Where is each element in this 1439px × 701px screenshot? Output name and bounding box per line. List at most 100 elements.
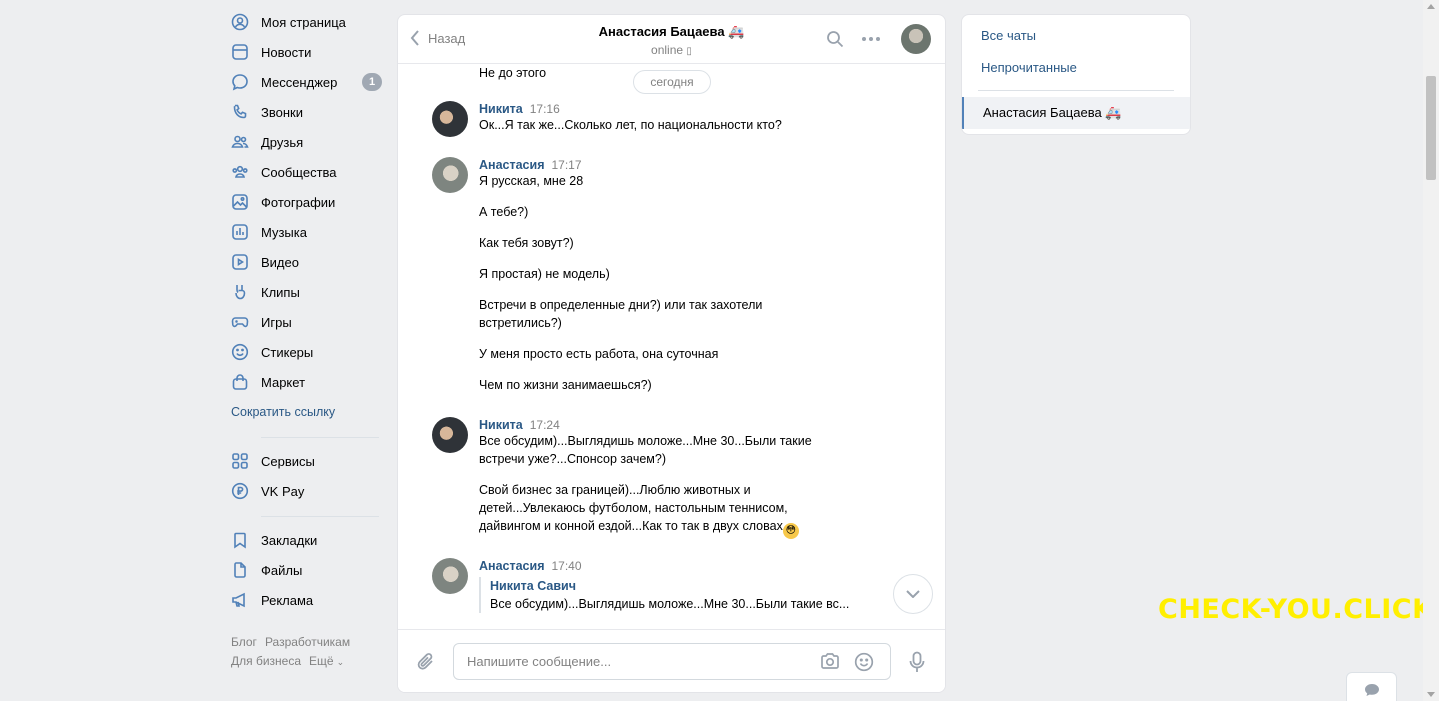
camera-icon[interactable]: [820, 652, 840, 670]
footer-link-more[interactable]: Ещё ⌄: [309, 654, 352, 668]
footer-link-business[interactable]: Для бизнеса: [231, 654, 301, 668]
emoji-icon[interactable]: [854, 652, 874, 672]
nav-label: Фотографии: [261, 194, 336, 210]
reply-quote[interactable]: Никита Савич Все обсудим)...Выглядишь мо…: [479, 577, 892, 613]
market-icon: [231, 373, 249, 391]
shorten-link[interactable]: Сократить ссылку: [231, 397, 391, 427]
nav-label: Друзья: [261, 134, 304, 150]
footer-more-label: Ещё: [309, 654, 334, 668]
search-icon[interactable]: [826, 30, 844, 48]
message-text: детей...Увлекаюсь футболом, настольным т…: [479, 501, 788, 515]
user-circle-icon: [231, 13, 249, 31]
reply-author: Никита Савич: [490, 579, 576, 593]
chevron-down-icon: [906, 590, 920, 598]
left-navigation: Моя страница Новости Мессенджер 1 Звонки…: [231, 0, 391, 672]
paperclip-icon[interactable]: [416, 651, 436, 673]
watermark: CHECK-YOU.CLICK: [1158, 594, 1434, 625]
nav-label: Звонки: [261, 104, 303, 120]
nav-label: Стикеры: [261, 344, 314, 360]
nav-label: Маркет: [261, 374, 306, 390]
nav-item-photos[interactable]: Фотографии: [231, 187, 391, 217]
message-author[interactable]: Анастасия: [479, 559, 545, 573]
message-text: Ок...Я так же...Сколько лет, по национал…: [479, 118, 782, 132]
scroll-up-arrow-icon[interactable]: [1427, 4, 1435, 9]
nav-item-bookmarks[interactable]: Закладки: [231, 525, 391, 555]
avatar[interactable]: [432, 157, 468, 193]
nav-item-friends[interactable]: Друзья: [231, 127, 391, 157]
chevron-down-icon: ⌄: [336, 657, 345, 667]
nav-item-files[interactable]: Файлы: [231, 555, 391, 585]
scroll-down-button[interactable]: [893, 574, 933, 614]
more-icon[interactable]: [861, 36, 881, 42]
nav-item-games[interactable]: Игры: [231, 307, 391, 337]
nav-item-vkpay[interactable]: VK Pay: [231, 476, 391, 506]
unread-badge: 1: [362, 73, 382, 91]
footer-links: Блог Разработчикам Для бизнеса Ещё ⌄: [231, 633, 391, 672]
filter-all-chats[interactable]: Все чаты: [962, 20, 1190, 52]
message-list[interactable]: Не до этого сегодня Никита 17:16 Ок...Я т…: [398, 64, 945, 629]
message-text: Я русская, мне 28: [479, 174, 584, 188]
message-text: Чем по жизни занимаешься?): [479, 378, 652, 392]
message-author[interactable]: Никита: [479, 102, 523, 116]
nav-item-stickers[interactable]: Стикеры: [231, 337, 391, 367]
scrollbar-thumb[interactable]: [1426, 76, 1436, 180]
footer-link-blog[interactable]: Блог: [231, 635, 257, 649]
date-pill: сегодня: [633, 70, 711, 94]
avatar[interactable]: [432, 101, 468, 137]
message-icon: [231, 73, 249, 91]
message-text: встречи уже?...Спонсор зачем?): [479, 452, 667, 466]
nav-item-video[interactable]: Видео: [231, 247, 391, 277]
nav-item-services[interactable]: Сервисы: [231, 446, 391, 476]
message-input[interactable]: [454, 644, 794, 679]
message-group: Анастасия 17:40 Никита Савич Все обсудим)…: [432, 558, 892, 613]
message-text: встретились?): [479, 316, 562, 330]
microphone-icon[interactable]: [909, 651, 925, 673]
video-icon: [231, 253, 249, 271]
chat-filter-panel: Все чаты Непрочитанные Анастасия Бацаева…: [961, 14, 1191, 135]
page-scrollbar[interactable]: [1423, 0, 1439, 701]
avatar[interactable]: [432, 558, 468, 594]
nav-label: Файлы: [261, 562, 303, 578]
music-icon: [231, 223, 249, 241]
online-status: online: [651, 43, 684, 57]
nav-item-music[interactable]: Музыка: [231, 217, 391, 247]
nav-item-ads[interactable]: Реклама: [231, 585, 391, 615]
services-icon: [231, 452, 249, 470]
message-time: 17:40: [551, 559, 582, 573]
message-author[interactable]: Никита: [479, 418, 523, 432]
nav-item-communities[interactable]: Сообщества: [231, 157, 391, 187]
nav-label: Закладки: [261, 532, 318, 548]
nav-label: Моя страница: [261, 14, 346, 30]
nav-item-clips[interactable]: Клипы: [231, 277, 391, 307]
message-group: Никита 17:24 Все обсудим)...Выглядишь мол…: [432, 417, 892, 539]
bookmark-icon: [231, 531, 249, 549]
message-text: Все обсудим)...Выглядишь моложе...Мне 30…: [479, 434, 812, 448]
nav-item-my-page[interactable]: Моя страница: [231, 7, 391, 37]
chat-avatar[interactable]: [901, 24, 931, 54]
nav-item-messenger[interactable]: Мессенджер 1: [231, 67, 391, 97]
footer-link-dev[interactable]: Разработчикам: [265, 635, 350, 649]
scroll-down-arrow-icon[interactable]: [1427, 692, 1435, 697]
message-text-part: дайвингом и конной ездой...Как то так в …: [479, 519, 783, 533]
message-group: Никита 17:16 Ок...Я так же...Сколько лет,…: [432, 101, 892, 137]
nav-item-calls[interactable]: Звонки: [231, 97, 391, 127]
message-time: 17:16: [529, 102, 560, 116]
nav-label: Игры: [261, 314, 292, 330]
message-text: дайвингом и конной ездой...Как то так в …: [479, 517, 892, 539]
nav-item-market[interactable]: Маркет: [231, 367, 391, 397]
message-time: 17:24: [529, 418, 560, 432]
active-chat-item[interactable]: Анастасия Бацаева 🚑: [962, 97, 1190, 129]
nav-item-news[interactable]: Новости: [231, 37, 391, 67]
open-chats-button[interactable]: [1346, 672, 1397, 701]
nav-label: Видео: [261, 254, 299, 270]
nav-label: Новости: [261, 44, 312, 60]
message-text: У меня просто есть работа, она суточная: [479, 347, 719, 361]
chat-bubble-icon: [1364, 684, 1379, 696]
chat-header: Назад Анастасия Бацаева 🚑 online ▯: [398, 15, 945, 64]
message-group: Анастасия 17:17 Я русская, мне 28 А тебе?…: [432, 157, 892, 394]
avatar[interactable]: [432, 417, 468, 453]
message-time: 17:17: [551, 158, 582, 172]
divider: [261, 516, 379, 517]
message-author[interactable]: Анастасия: [479, 158, 545, 172]
filter-unread[interactable]: Непрочитанные: [962, 52, 1190, 84]
